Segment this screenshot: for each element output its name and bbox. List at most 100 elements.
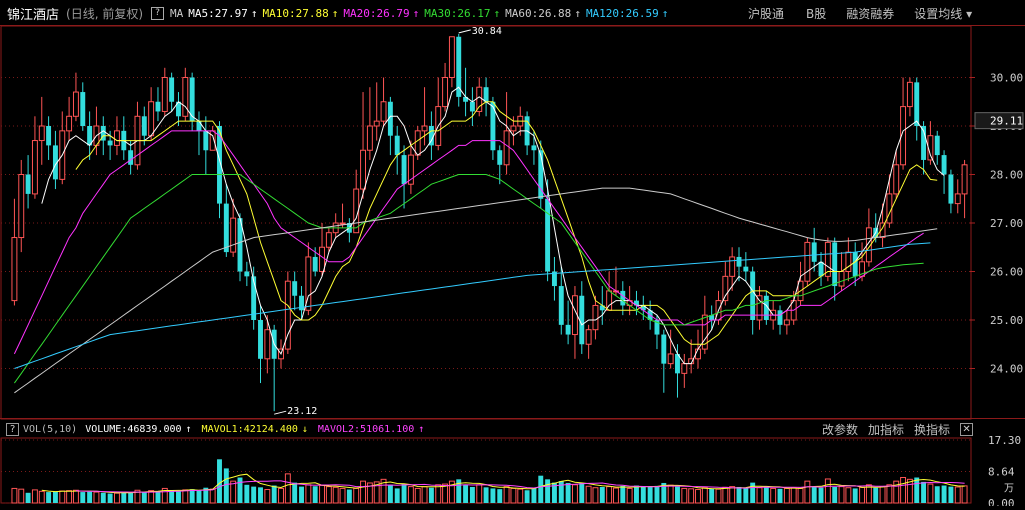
volume-bar-down bbox=[387, 484, 393, 503]
candle-body-down bbox=[941, 155, 947, 175]
change-params-button[interactable]: 改参数 bbox=[822, 421, 858, 438]
candle-body-up bbox=[906, 81, 913, 108]
stock-name[interactable]: 锦江酒店 bbox=[7, 4, 59, 23]
volume-bar-up bbox=[756, 487, 763, 504]
candle-body-down bbox=[620, 290, 626, 306]
volume-bar-down bbox=[675, 486, 680, 503]
candle-body-down bbox=[196, 121, 202, 131]
candle-body-down bbox=[545, 198, 551, 272]
period-label[interactable]: (日线, 前复权) bbox=[66, 5, 143, 22]
candle-body-up bbox=[380, 101, 387, 122]
candle-body-down bbox=[258, 320, 263, 359]
volume-arrow-icon: ↑ bbox=[185, 423, 192, 435]
candle-body-up bbox=[66, 115, 73, 132]
volume-bar-down bbox=[873, 487, 879, 503]
high-pointer bbox=[458, 29, 471, 34]
volume-bar-up bbox=[319, 485, 325, 504]
help-icon[interactable]: ? bbox=[151, 6, 165, 20]
volume-bar-up bbox=[585, 485, 592, 504]
volume-bar-up bbox=[879, 486, 886, 504]
vol-indicator-label[interactable]: VOL(5,10) bbox=[23, 424, 77, 435]
volume-bar-down bbox=[155, 491, 161, 503]
menu-hugutong[interactable]: 沪股通 bbox=[748, 5, 784, 22]
candle-body-down bbox=[579, 295, 585, 345]
candle-body-up bbox=[230, 217, 237, 253]
menu-ma-settings[interactable]: 设置均线 ▾ bbox=[914, 5, 972, 22]
candle-body-up bbox=[182, 77, 189, 117]
candle-body-up bbox=[448, 36, 455, 78]
candle-body-up bbox=[961, 164, 968, 195]
close-icon[interactable]: ✕ bbox=[960, 422, 974, 436]
volume-bar-down bbox=[258, 487, 263, 503]
volume-bar-up bbox=[66, 490, 73, 504]
volume-value: VOLUME:46839.000 bbox=[85, 423, 182, 435]
candle-body-up bbox=[783, 319, 790, 326]
candle-body-up bbox=[510, 125, 517, 132]
switch-indicator-button[interactable]: 换指标 bbox=[914, 421, 950, 438]
price-tick-label: 26.00 bbox=[990, 266, 1023, 279]
candle-body-down bbox=[743, 266, 749, 272]
ma-legend-4: MA30:26.17 bbox=[424, 6, 491, 20]
ma-arrow-icon: ↑ bbox=[412, 6, 420, 20]
volume-bar-down bbox=[750, 482, 756, 503]
volume-menu: 改参数 加指标 换指标 ✕ bbox=[822, 419, 974, 439]
candle-body-up bbox=[414, 130, 421, 156]
candle-body-down bbox=[292, 281, 298, 296]
volume-bar-down bbox=[941, 485, 947, 503]
volume-bar-up bbox=[701, 487, 708, 504]
volume-bar-up bbox=[230, 480, 237, 504]
ma-legend: MA5:27.97 ↑ MA10:27.88 ↑ MA20:26.79 ↑ MA30:26.… bbox=[183, 7, 668, 20]
ma-label: MA bbox=[170, 6, 184, 20]
volume-bar-down bbox=[244, 484, 250, 503]
volume-bar-down bbox=[312, 486, 318, 503]
candle-body-down bbox=[107, 140, 113, 146]
volume-bar-down bbox=[524, 490, 530, 503]
volume-bar-down bbox=[237, 477, 243, 503]
current-price-label: 29.11 bbox=[990, 115, 1023, 128]
ma-arrow-icon: ↑ bbox=[661, 6, 669, 20]
candle-body-up bbox=[366, 125, 373, 151]
volume-bar-down bbox=[469, 486, 475, 503]
candle-body-down bbox=[483, 87, 489, 102]
candle-body-up bbox=[667, 353, 674, 365]
volume-bar-down bbox=[141, 492, 147, 503]
volume-bar-down bbox=[483, 487, 489, 503]
top-right-menu: 沪股通 B股 融资融券 设置均线 ▾ bbox=[748, 0, 972, 26]
volume-bar-up bbox=[790, 487, 797, 504]
candle-body-up bbox=[886, 193, 893, 224]
volume-bar-down bbox=[852, 488, 858, 503]
volume-bar-up bbox=[305, 484, 312, 504]
candle-body-down bbox=[141, 116, 147, 136]
menu-margin-trading[interactable]: 融资融券 bbox=[846, 5, 894, 22]
candle-body-down bbox=[128, 150, 134, 165]
candle-body-up bbox=[592, 304, 599, 331]
volume-bar-down bbox=[87, 491, 93, 503]
volume-bar-up bbox=[900, 477, 907, 504]
low-pointer bbox=[274, 410, 287, 415]
volume-bar-up bbox=[606, 486, 613, 504]
ma-arrow-icon: ↑ bbox=[331, 6, 339, 20]
volume-bar-down bbox=[271, 485, 277, 503]
candle-body-up bbox=[264, 329, 271, 360]
volume-bar-up bbox=[407, 486, 414, 504]
volume-bar-down bbox=[401, 484, 407, 503]
volume-bar-down bbox=[107, 493, 113, 503]
volume-unit-label: 万 bbox=[1004, 483, 1014, 494]
candle-body-down bbox=[497, 150, 503, 165]
volume-bar-up bbox=[729, 486, 736, 504]
volume-bar-up bbox=[38, 490, 45, 504]
volume-bar-up bbox=[18, 488, 25, 504]
candle-body-down bbox=[948, 174, 954, 204]
volume-bar-down bbox=[217, 459, 222, 503]
volume-bar-down bbox=[763, 486, 769, 503]
volume-bar-down bbox=[121, 492, 127, 503]
volume-bar-up bbox=[339, 487, 346, 504]
menu-b-share[interactable]: B股 bbox=[806, 5, 826, 22]
volume-bar-up bbox=[209, 488, 216, 504]
volume-bar-down bbox=[558, 481, 564, 503]
volume-help-icon[interactable]: ? bbox=[6, 422, 19, 436]
add-indicator-button[interactable]: 加指标 bbox=[868, 421, 904, 438]
volume-bar-down bbox=[654, 485, 660, 503]
candle-body-up bbox=[161, 77, 168, 112]
volume-bar-up bbox=[961, 485, 968, 504]
